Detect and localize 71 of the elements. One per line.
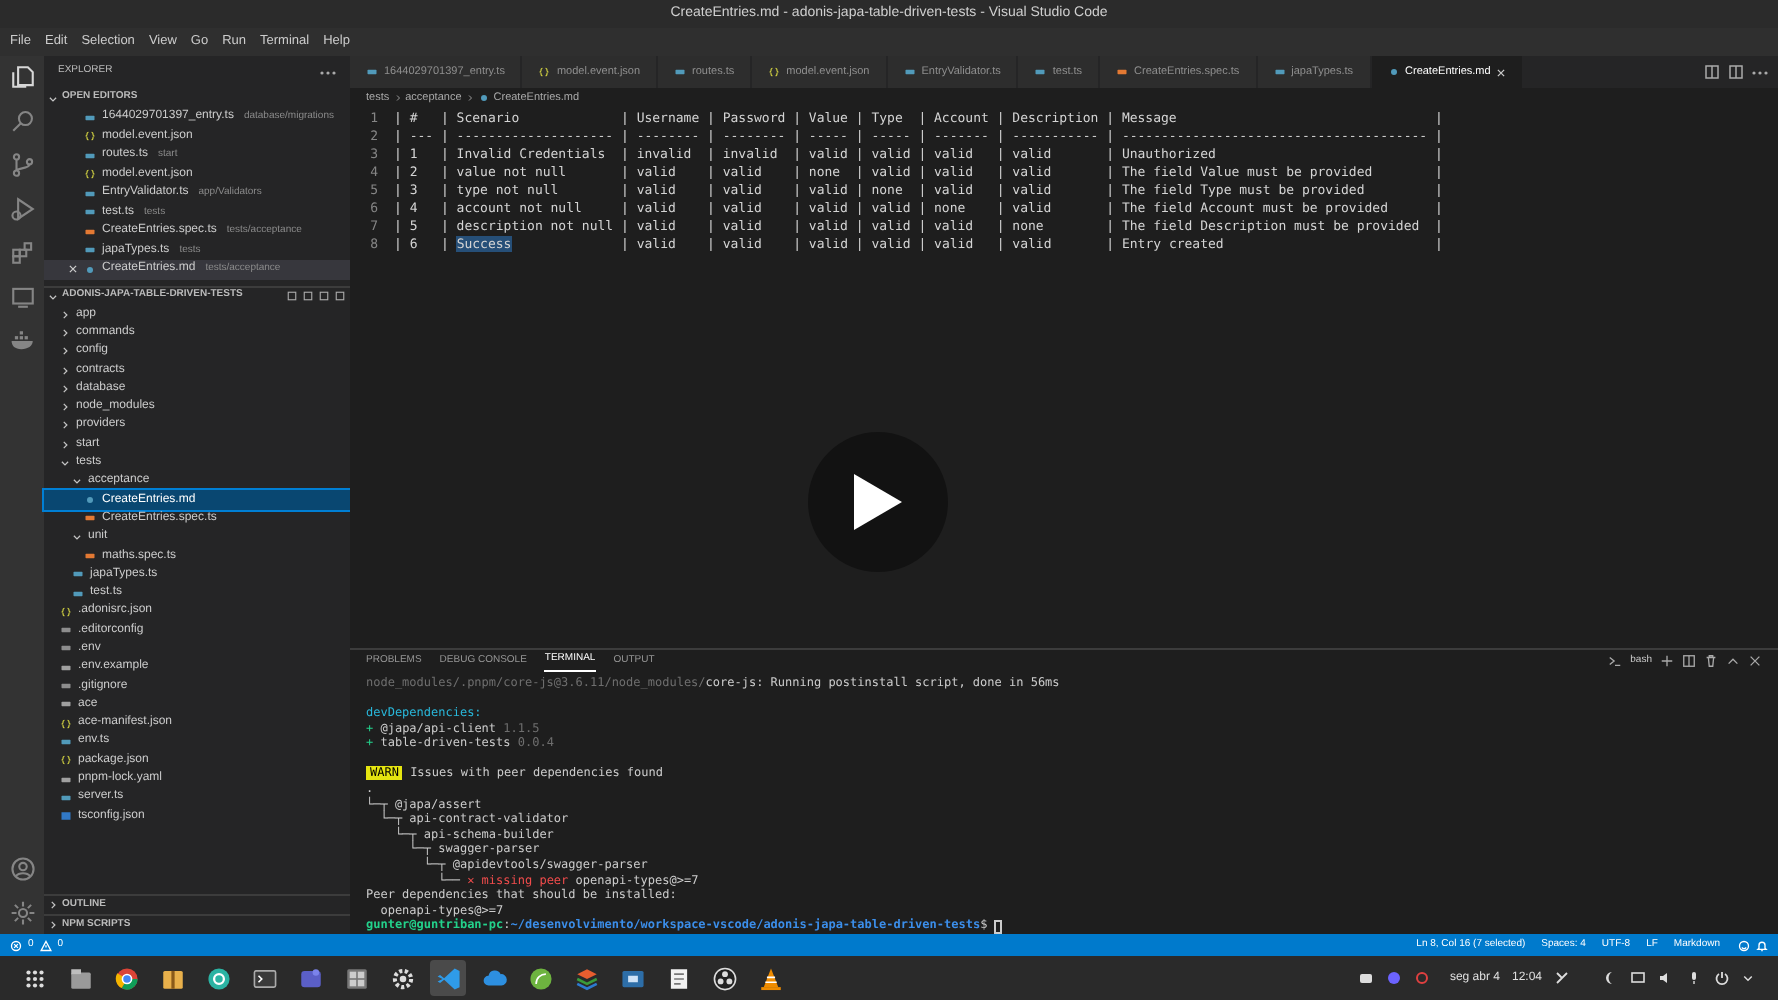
settings-icon[interactable] bbox=[9, 900, 35, 926]
browser-icon bbox=[113, 965, 139, 991]
terminal-icon bbox=[251, 965, 277, 991]
file-icon bbox=[60, 605, 72, 618]
window-icon bbox=[619, 965, 645, 991]
close-icon[interactable] bbox=[1496, 67, 1507, 77]
new-file-icon[interactable] bbox=[286, 290, 298, 302]
trash-icon[interactable] bbox=[1704, 653, 1718, 668]
new-folder-icon[interactable] bbox=[302, 290, 314, 302]
cloud-icon bbox=[481, 965, 507, 991]
source-control-icon[interactable] bbox=[9, 152, 35, 178]
file-icon bbox=[60, 717, 72, 730]
file-icon bbox=[674, 66, 687, 78]
file-icon bbox=[84, 130, 96, 143]
microphone-icon[interactable] bbox=[1686, 970, 1702, 986]
split-editor-icon[interactable] bbox=[1728, 64, 1744, 80]
file-icon bbox=[1273, 66, 1286, 78]
layers-icon bbox=[573, 965, 599, 991]
account-icon[interactable] bbox=[9, 856, 35, 882]
file-icon bbox=[1034, 66, 1047, 78]
chevron-down-icon[interactable] bbox=[1742, 972, 1754, 984]
file-icon bbox=[477, 92, 490, 104]
more-icon[interactable] bbox=[1752, 69, 1768, 75]
collapse-icon[interactable] bbox=[334, 290, 346, 302]
terminal-icon bbox=[1608, 653, 1623, 668]
chevron-icon[interactable] bbox=[48, 93, 58, 103]
file-icon bbox=[903, 66, 916, 78]
whale-icon[interactable] bbox=[9, 328, 35, 354]
play-icon bbox=[850, 470, 906, 534]
file-icon bbox=[1387, 66, 1400, 78]
calculator-icon bbox=[343, 965, 369, 991]
run-debug-icon[interactable] bbox=[9, 196, 35, 222]
feedback-icon[interactable] bbox=[1738, 939, 1750, 951]
add-icon[interactable] bbox=[1660, 653, 1674, 668]
code-editor-icon bbox=[435, 965, 461, 991]
more-icon[interactable] bbox=[320, 69, 336, 75]
warning-icon[interactable] bbox=[39, 939, 52, 951]
cone-icon bbox=[757, 965, 783, 991]
app-grid-icon bbox=[21, 965, 47, 991]
files-icon[interactable] bbox=[9, 64, 35, 90]
leaf-icon bbox=[527, 965, 553, 991]
notepad-icon bbox=[665, 965, 691, 991]
chat-icon bbox=[297, 965, 323, 991]
file-icon bbox=[366, 66, 378, 78]
close-icon[interactable] bbox=[1748, 653, 1762, 668]
remote-explorer-icon[interactable] bbox=[9, 284, 35, 310]
gear-icon bbox=[389, 965, 415, 991]
file-icon bbox=[60, 754, 72, 767]
chevron-icon[interactable] bbox=[48, 291, 58, 301]
extensions-icon[interactable] bbox=[9, 240, 35, 266]
bell-icon[interactable] bbox=[1756, 939, 1768, 951]
split-terminal-icon[interactable] bbox=[1682, 653, 1696, 668]
record-icon bbox=[711, 965, 737, 991]
file-icon bbox=[84, 168, 96, 181]
refresh-icon[interactable] bbox=[318, 290, 330, 302]
app-icon bbox=[205, 965, 231, 991]
file-icon bbox=[1116, 66, 1129, 78]
preview-icon[interactable] bbox=[1704, 64, 1720, 80]
screen-icon[interactable] bbox=[1630, 970, 1646, 986]
file-icon bbox=[768, 66, 781, 78]
file-icon bbox=[538, 66, 551, 78]
chevron-icon[interactable] bbox=[48, 920, 58, 930]
package-icon bbox=[159, 965, 185, 991]
chevron-up-icon[interactable] bbox=[1726, 653, 1740, 668]
close-icon[interactable] bbox=[68, 264, 78, 275]
power-icon[interactable] bbox=[1714, 970, 1730, 986]
search-icon[interactable] bbox=[9, 108, 35, 134]
chevron-icon[interactable] bbox=[72, 532, 82, 543]
folder-icon bbox=[67, 965, 93, 991]
error-icon[interactable] bbox=[10, 939, 22, 951]
chevron-icon[interactable] bbox=[48, 900, 58, 910]
